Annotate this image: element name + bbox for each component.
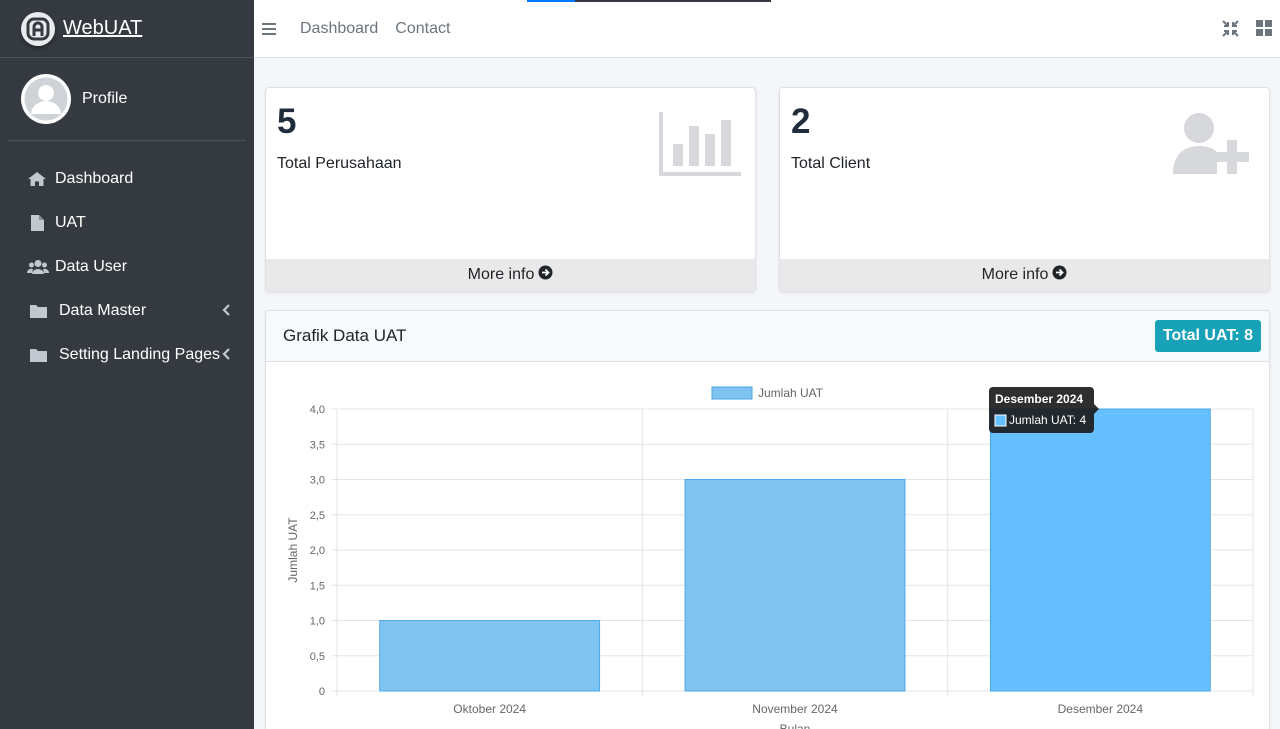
- y-tick-label: 0: [319, 686, 325, 698]
- loading-bar: [527, 0, 771, 2]
- x-axis-title: Bulan: [780, 722, 811, 729]
- sidebar-item-label: Setting Landing Pages: [59, 346, 221, 363]
- home-icon: [27, 171, 49, 187]
- chart-card: Grafik Data UAT Total UAT: 8 0 0,5 1,0 1,5 2…: [265, 310, 1270, 729]
- bar-2: [684, 479, 906, 692]
- fullscreen-icon[interactable]: [1222, 20, 1239, 42]
- sidebar-item-data-user[interactable]: Data User: [0, 245, 254, 289]
- sidebar-item-label: Data Master: [59, 302, 147, 319]
- brand-logo: [21, 11, 55, 46]
- folder-icon: [27, 347, 49, 363]
- bar-1: [379, 620, 601, 692]
- y-tick-label: 3,5: [310, 439, 325, 451]
- stat-label: Total Client: [791, 155, 871, 172]
- sidebar: WebUAT Profile Dashboard UAT Data User D…: [0, 0, 254, 729]
- legend-label: Jumlah UAT: [758, 386, 824, 400]
- x-tick-label: November 2024: [752, 702, 838, 716]
- bar-chart-icon: [659, 112, 741, 181]
- stat-value: 2: [791, 102, 811, 141]
- y-tick-label: 0,5: [310, 651, 325, 663]
- user-plus-icon: [1173, 112, 1255, 181]
- file-icon: [27, 214, 49, 232]
- control-sidebar-icon[interactable]: [1256, 20, 1272, 42]
- menu-toggle-icon[interactable]: [262, 22, 276, 35]
- sidebar-item-setting-landing-pages[interactable]: Setting Landing Pages: [0, 333, 254, 377]
- x-tick-label: Desember 2024: [1058, 702, 1144, 716]
- tooltip-text: Jumlah UAT: 4: [1009, 413, 1086, 427]
- chevron-left-icon: [222, 347, 230, 365]
- stat-value: 5: [277, 102, 297, 141]
- top-navbar: Dashboard Contact: [254, 0, 1280, 58]
- sidebar-item-uat[interactable]: UAT: [0, 201, 254, 245]
- y-tick-label: 3,0: [310, 475, 325, 487]
- sidebar-item-label: Dashboard: [55, 170, 134, 187]
- nav-link-contact[interactable]: Contact: [395, 20, 450, 38]
- sidebar-item-label: UAT: [55, 214, 86, 231]
- x-tick-label: Oktober 2024: [453, 702, 526, 716]
- arrow-circle-right-icon: [1052, 265, 1067, 285]
- stat-card-perusahaan: 5 Total Perusahaan More info: [265, 87, 756, 292]
- more-info-link[interactable]: More info: [266, 259, 755, 291]
- profile-link[interactable]: Profile: [82, 90, 127, 108]
- user-panel: Profile: [8, 58, 246, 141]
- total-uat-badge: Total UAT: 8: [1154, 320, 1261, 352]
- y-tick-label: 1,0: [310, 616, 325, 628]
- brand-name[interactable]: WebUAT: [63, 17, 142, 40]
- y-tick-label: 2,5: [310, 510, 325, 522]
- y-axis-title: Jumlah UAT: [286, 517, 300, 583]
- chevron-left-icon: [222, 303, 230, 321]
- sidebar-nav: Dashboard UAT Data User Data Master Sett…: [0, 157, 254, 377]
- uat-bar-chart[interactable]: 0 0,5 1,0 1,5 2,0 2,5 3,0 3,5 4,0 Oktober 2024 Nov…: [266, 363, 1269, 729]
- nav-link-dashboard[interactable]: Dashboard: [300, 20, 378, 38]
- folder-icon: [27, 303, 49, 319]
- users-icon: [27, 259, 49, 275]
- tooltip-title: Desember 2024: [995, 392, 1083, 406]
- sidebar-item-dashboard[interactable]: Dashboard: [0, 157, 254, 201]
- more-info-label: More info: [467, 266, 535, 283]
- sidebar-item-data-master[interactable]: Data Master: [0, 289, 254, 333]
- legend-swatch: [711, 386, 753, 400]
- avatar[interactable]: [21, 74, 71, 124]
- chart-title: Grafik Data UAT: [283, 326, 407, 345]
- stat-card-client: 2 Total Client More info: [779, 87, 1270, 292]
- more-info-link[interactable]: More info: [780, 259, 1269, 291]
- stat-label: Total Perusahaan: [277, 155, 402, 172]
- sidebar-item-label: Data User: [55, 258, 128, 275]
- bar-3: [989, 408, 1211, 692]
- y-tick-label: 1,5: [310, 580, 325, 592]
- more-info-label: More info: [981, 266, 1049, 283]
- tooltip-swatch: [994, 414, 1007, 427]
- arrow-circle-right-icon: [538, 265, 553, 285]
- chart-card-header: Grafik Data UAT Total UAT: 8: [266, 311, 1269, 362]
- y-tick-label: 4,0: [310, 404, 325, 416]
- y-tick-label: 2,0: [310, 545, 325, 557]
- brand[interactable]: WebUAT: [0, 0, 254, 58]
